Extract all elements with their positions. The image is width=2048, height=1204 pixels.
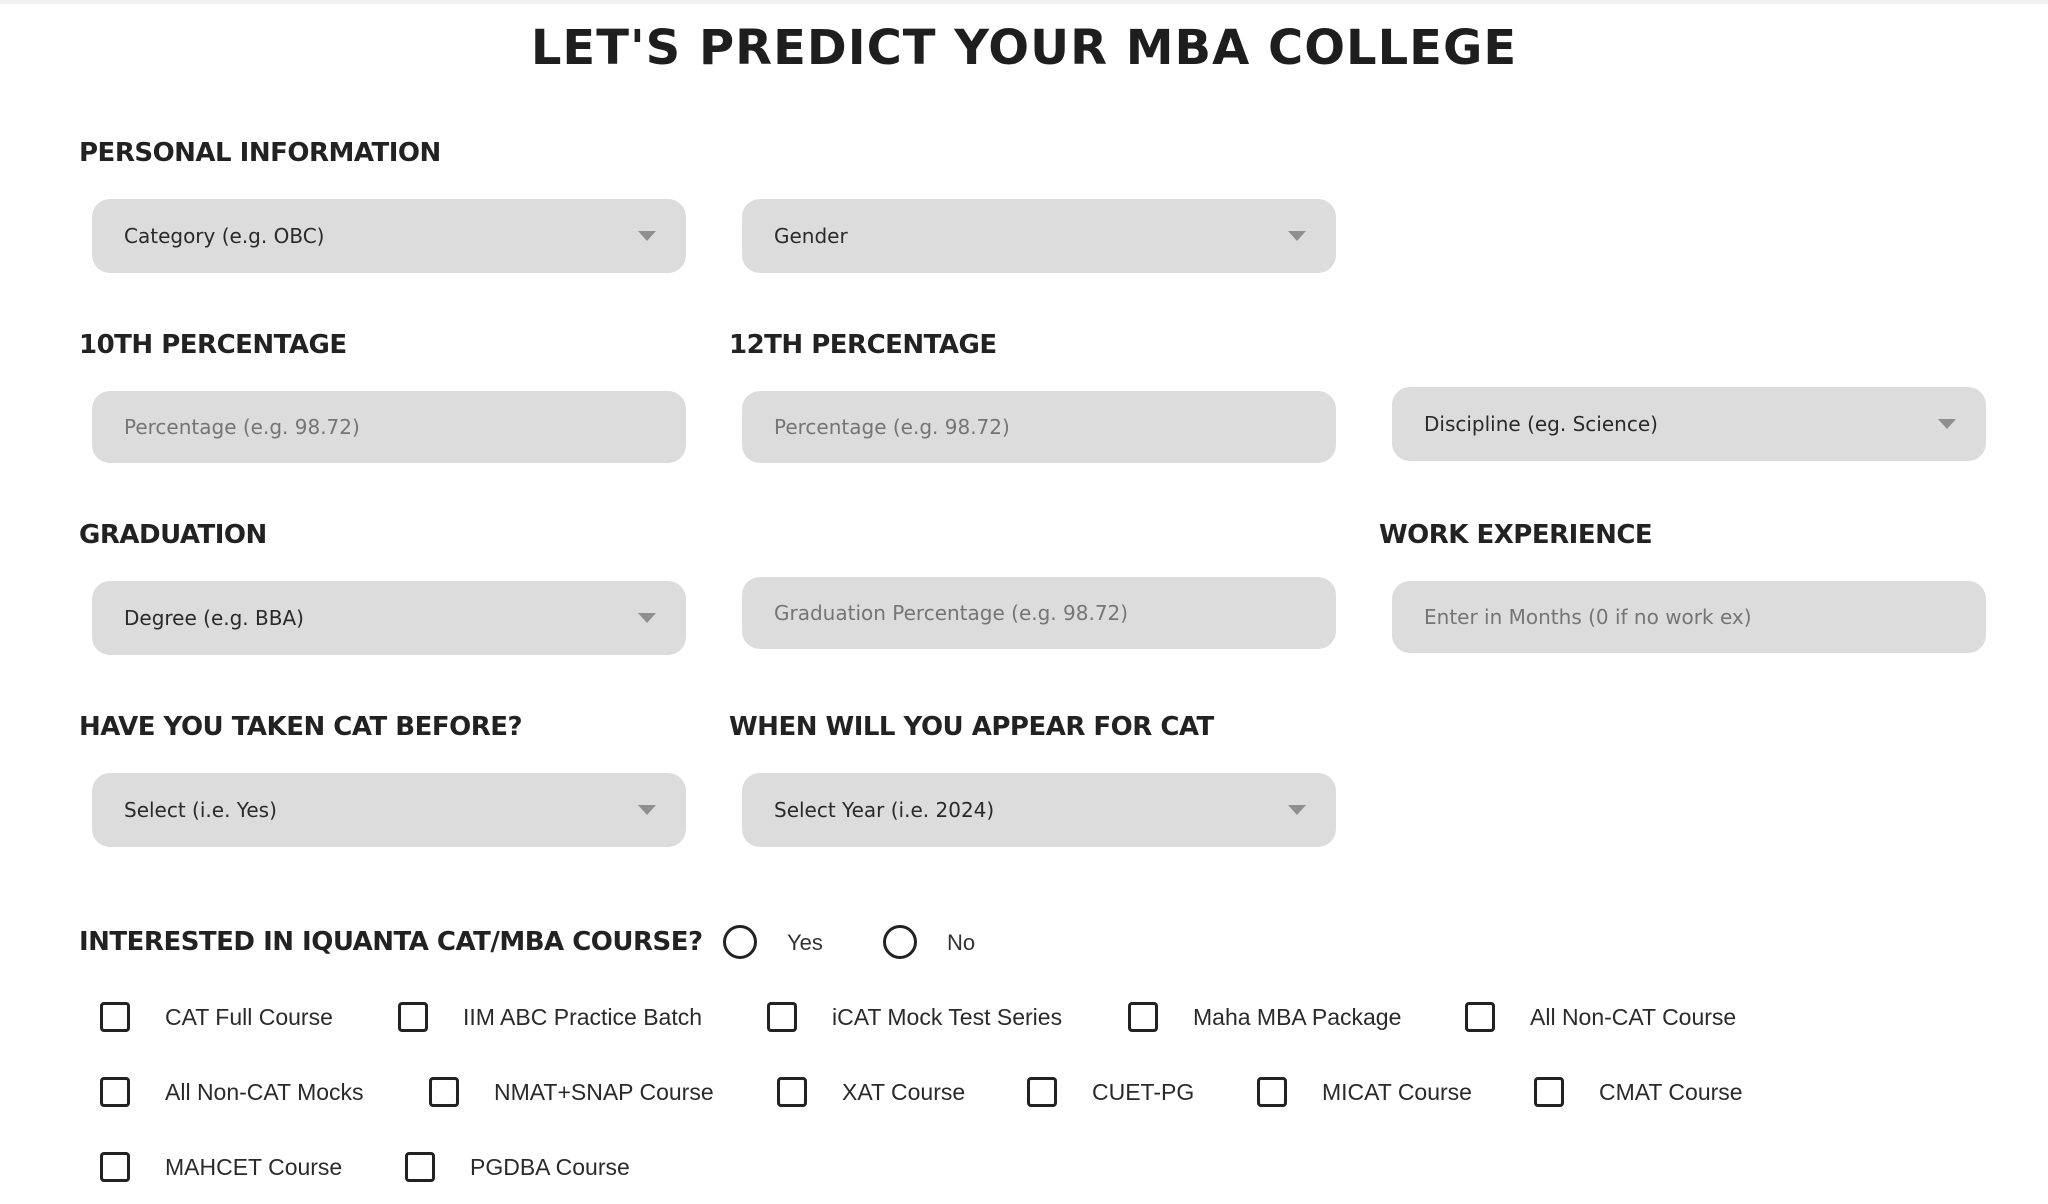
course-label: All Non-CAT Mocks [165,1078,364,1105]
course-checkbox-icat-mock-test-series[interactable]: iCAT Mock Test Series [767,1002,1062,1032]
course-label: MAHCET Course [165,1153,343,1180]
twelfth-percentage-label: 12TH PERCENTAGE [729,330,997,360]
work-experience-input[interactable] [1392,581,1986,653]
interest-yes-radio[interactable] [723,925,757,959]
interest-yes-label: Yes [787,930,823,955]
category-select[interactable]: Category (e.g. OBC) [92,199,686,273]
course-label: MICAT Course [1322,1078,1472,1105]
discipline-placeholder: Discipline (eg. Science) [1424,412,1658,436]
course-checkbox-mahcet-course[interactable]: MAHCET Course [100,1152,342,1182]
checkbox-icon[interactable] [100,1002,130,1032]
checkbox-icon[interactable] [405,1152,435,1182]
course-checkbox-cmat-course[interactable]: CMAT Course [1534,1077,1743,1107]
gender-select[interactable]: Gender [742,199,1336,273]
course-label: NMAT+SNAP Course [494,1078,714,1105]
course-checkbox-cuet-pg[interactable]: CUET-PG [1027,1077,1194,1107]
tenth-percentage-input[interactable] [92,391,686,463]
course-label: CAT Full Course [165,1003,333,1030]
checkbox-icon[interactable] [100,1152,130,1182]
cat-year-label: WHEN WILL YOU APPEAR FOR CAT [729,712,1214,742]
course-checkbox-cat-full-course[interactable]: CAT Full Course [100,1002,333,1032]
cat-year-placeholder: Select Year (i.e. 2024) [774,798,995,822]
interest-no-radio[interactable] [883,925,917,959]
course-checkbox-all-non-cat-course[interactable]: All Non-CAT Course [1465,1002,1736,1032]
personal-information-label: PERSONAL INFORMATION [79,138,441,168]
page-title: LET'S PREDICT YOUR MBA COLLEGE [530,20,1518,76]
checkbox-icon[interactable] [1128,1002,1158,1032]
cat-before-placeholder: Select (i.e. Yes) [124,798,277,822]
checkbox-icon[interactable] [777,1077,807,1107]
course-label: CMAT Course [1599,1078,1743,1105]
top-divider [0,0,2048,4]
chevron-down-icon [638,613,656,623]
course-label: iCAT Mock Test Series [832,1003,1063,1030]
checkbox-icon[interactable] [1465,1002,1495,1032]
course-checkbox-nmat-snap-course[interactable]: NMAT+SNAP Course [429,1077,714,1107]
course-checkbox-pgdba-course[interactable]: PGDBA Course [405,1152,630,1182]
graduation-label: GRADUATION [79,520,267,550]
checkbox-icon[interactable] [1027,1077,1057,1107]
course-checkbox-micat-course[interactable]: MICAT Course [1257,1077,1472,1107]
course-label: CUET-PG [1092,1078,1195,1105]
interest-label: INTERESTED IN IQUANTA CAT/MBA COURSE? [79,927,703,957]
course-checkbox-all-non-cat-mocks[interactable]: All Non-CAT Mocks [100,1077,364,1107]
degree-placeholder: Degree (e.g. BBA) [124,606,304,630]
course-checkbox-xat-course[interactable]: XAT Course [777,1077,965,1107]
course-label: PGDBA Course [470,1153,630,1180]
checkbox-icon[interactable] [398,1002,428,1032]
checkbox-icon[interactable] [1257,1077,1287,1107]
chevron-down-icon [1938,419,1956,429]
degree-select[interactable]: Degree (e.g. BBA) [92,581,686,655]
chevron-down-icon [1288,805,1306,815]
twelfth-percentage-input[interactable] [742,391,1336,463]
checkbox-icon[interactable] [429,1077,459,1107]
discipline-select[interactable]: Discipline (eg. Science) [1392,387,1986,461]
gender-placeholder: Gender [774,224,848,248]
checkbox-icon[interactable] [100,1077,130,1107]
course-label: IIM ABC Practice Batch [463,1003,703,1030]
course-checkbox-iim-abc-practice-batch[interactable]: IIM ABC Practice Batch [398,1002,702,1032]
interest-no-label: No [947,930,976,955]
checkbox-icon[interactable] [767,1002,797,1032]
course-label: All Non-CAT Course [1530,1003,1737,1030]
course-label: XAT Course [842,1078,966,1105]
cat-year-select[interactable]: Select Year (i.e. 2024) [742,773,1336,847]
course-label: Maha MBA Package [1193,1003,1402,1030]
graduation-percentage-input[interactable] [742,577,1336,649]
chevron-down-icon [1288,231,1306,241]
course-checkbox-maha-mba-package[interactable]: Maha MBA Package [1128,1002,1401,1032]
category-placeholder: Category (e.g. OBC) [124,224,325,248]
work-experience-label: WORK EXPERIENCE [1379,520,1653,550]
checkbox-icon[interactable] [1534,1077,1564,1107]
cat-before-label: HAVE YOU TAKEN CAT BEFORE? [79,712,523,742]
tenth-percentage-label: 10TH PERCENTAGE [79,330,347,360]
chevron-down-icon [638,231,656,241]
cat-before-select[interactable]: Select (i.e. Yes) [92,773,686,847]
chevron-down-icon [638,805,656,815]
